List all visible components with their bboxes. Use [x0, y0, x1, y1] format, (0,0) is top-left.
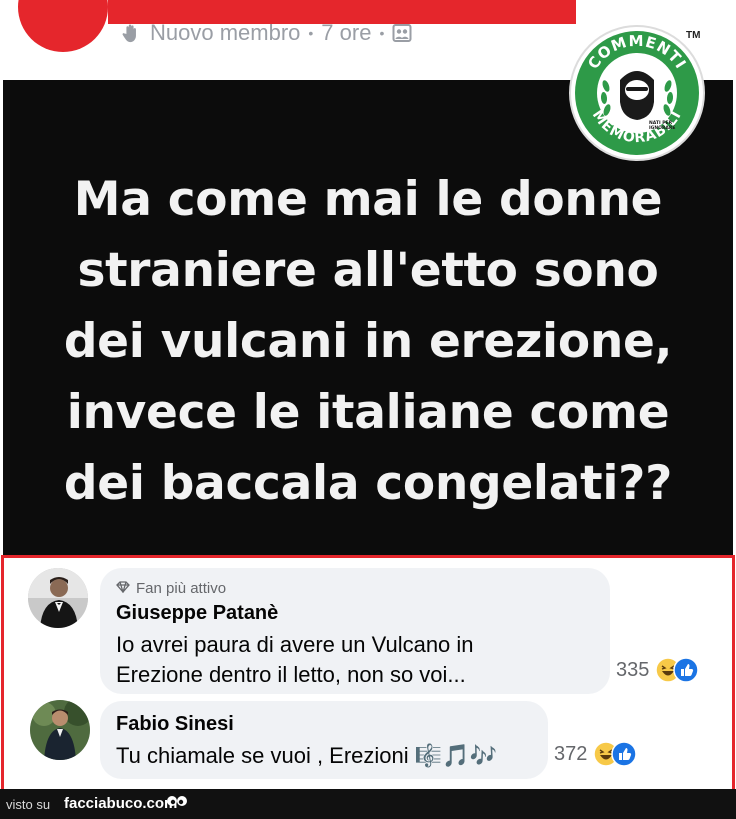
comment-text-line: Io avrei paura di avere un Vulcano in: [116, 632, 474, 657]
post-meta: Nuovo membro • 7 ore •: [120, 20, 412, 46]
svg-text:IGNORARE: IGNORARE: [649, 125, 675, 131]
top-fan-badge-label: Fan più attivo: [136, 580, 227, 597]
commenti-memorabili-logo: COMMENTI MEMORABILI NATI PER IGNORARE: [568, 24, 706, 162]
top-fan-badge: Fan più attivo: [116, 580, 226, 597]
reaction-count: 372: [554, 742, 588, 765]
comments-section: Fan più attivo Giuseppe Patanè Io avrei …: [1, 555, 735, 792]
like-reaction-icon: [611, 741, 638, 767]
image-text-line: dei vulcani in erezione,: [63, 314, 673, 369]
meta-separator: •: [308, 25, 314, 41]
comment-author[interactable]: Giuseppe Patanè: [116, 602, 278, 625]
post-image-text: Ma come mai le donne straniere all'etto …: [3, 164, 733, 519]
seen-on-label: visto su: [6, 797, 51, 812]
comment-reactions[interactable]: 335: [616, 657, 701, 683]
reaction-count: 335: [616, 658, 650, 681]
meta-separator-2: •: [379, 25, 385, 41]
watermark-footer: visto su facciabuco.com: [0, 789, 736, 819]
commenter-avatar[interactable]: [28, 568, 88, 628]
comment-text-line: Erezione dentro il letto, non so voi...: [116, 662, 466, 687]
new-member-wave-icon: [120, 22, 142, 44]
trademark-mark: TM: [686, 30, 701, 41]
comment-author[interactable]: Fabio Sinesi: [116, 713, 234, 736]
group-privacy-icon: [392, 23, 412, 43]
new-member-badge-text: Nuovo membro: [150, 20, 301, 45]
commenter-avatar[interactable]: [30, 700, 90, 760]
like-reaction-icon: [673, 657, 700, 683]
image-text-line: invece le italiane come: [66, 385, 670, 440]
eyes-logo-icon: [166, 794, 188, 815]
comment-reactions[interactable]: 372: [554, 741, 639, 767]
post-time[interactable]: 7 ore: [321, 20, 371, 46]
site-name[interactable]: facciabuco.com: [64, 795, 177, 812]
image-text-line: dei baccala congelati??: [63, 456, 673, 511]
comment-text-line: Tu chiamale se vuoi , Erezioni 🎼🎵🎶: [116, 743, 497, 768]
image-text-line: Ma come mai le donne: [73, 172, 663, 227]
comment-bubble[interactable]: Fabio Sinesi Tu chiamale se vuoi , Erezi…: [100, 701, 548, 779]
diamond-badge-icon: [116, 580, 130, 597]
comment-bubble[interactable]: Fan più attivo Giuseppe Patanè Io avrei …: [100, 568, 610, 694]
author-avatar-redacted[interactable]: [18, 0, 108, 52]
image-text-line: straniere all'etto sono: [77, 243, 659, 298]
